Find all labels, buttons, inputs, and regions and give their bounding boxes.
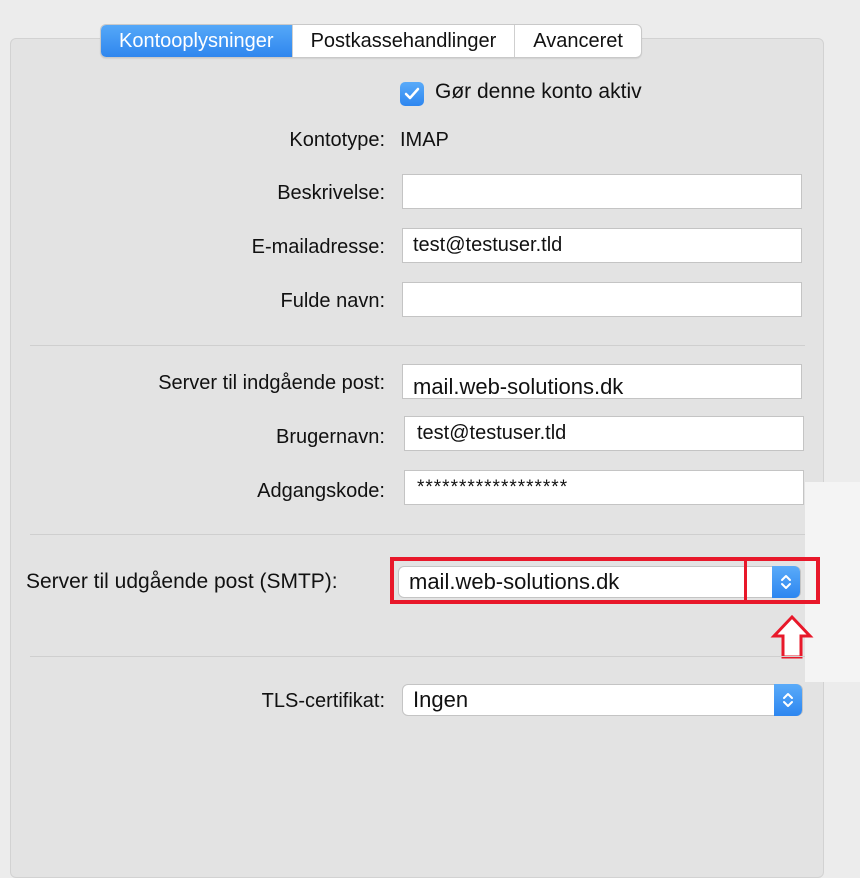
tab-mailbox-behaviors[interactable]: Postkassehandlinger — [291, 25, 515, 57]
highlight-stepper-box — [744, 557, 820, 604]
checkmark-icon — [404, 87, 420, 100]
divider — [30, 534, 805, 535]
tls-certificate-dropdown-button[interactable] — [774, 684, 802, 716]
chevron-up-down-icon — [783, 693, 793, 707]
tab-bar: Kontooplysninger Postkassehandlinger Ava… — [100, 24, 642, 58]
full-name-field[interactable] — [402, 282, 802, 317]
tab-advanced[interactable]: Avanceret — [514, 25, 641, 57]
tls-certificate-select[interactable]: Ingen — [402, 684, 803, 716]
description-field[interactable] — [402, 174, 802, 209]
tab-account-info[interactable]: Kontooplysninger — [101, 25, 292, 57]
password-label: Adgangskode: — [257, 480, 385, 502]
account-type-value: IMAP — [400, 129, 449, 151]
account-type-label: Kontotype: — [289, 129, 385, 151]
incoming-server-label: Server til indgående post: — [158, 372, 385, 394]
account-active-label: Gør denne konto aktiv — [435, 80, 642, 103]
email-label: E-mailadresse: — [251, 236, 385, 258]
incoming-server-field[interactable]: mail.web-solutions.dk — [402, 364, 802, 399]
description-label: Beskrivelse: — [277, 182, 385, 204]
account-settings-panel — [10, 38, 824, 878]
divider — [30, 656, 805, 657]
username-label: Brugernavn: — [276, 426, 385, 448]
divider — [30, 345, 805, 346]
username-field[interactable]: test@testuser.tld — [404, 416, 804, 451]
password-field[interactable]: ****************** — [404, 470, 804, 505]
email-field[interactable]: test@testuser.tld — [402, 228, 802, 263]
tls-certificate-label: TLS-certifikat: — [261, 690, 385, 712]
tls-certificate-value: Ingen — [413, 687, 469, 712]
account-active-checkbox[interactable] — [400, 82, 424, 106]
up-arrow-icon — [770, 614, 814, 659]
full-name-label: Fulde navn: — [280, 290, 385, 312]
outgoing-server-label: Server til udgående post (SMTP): — [26, 570, 338, 593]
